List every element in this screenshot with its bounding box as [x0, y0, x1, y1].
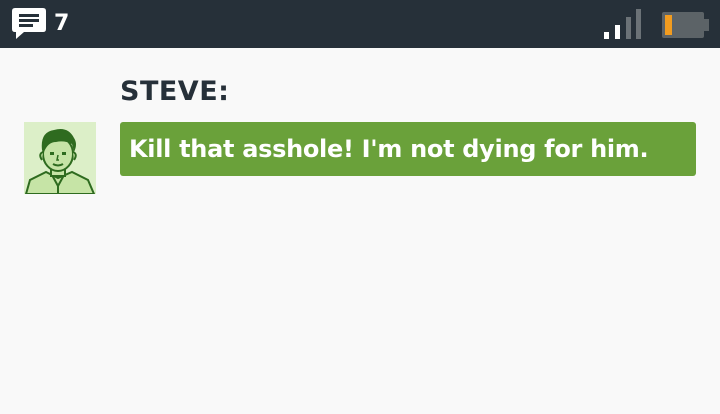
signal-bar-2 — [615, 25, 620, 39]
unread-messages-indicator[interactable]: 7 — [12, 8, 69, 40]
dialogue-bubble[interactable]: Kill that asshole! I'm not dying for him… — [120, 122, 696, 176]
battery-icon — [662, 12, 709, 38]
battery-terminal — [704, 19, 709, 31]
steve-portrait — [24, 122, 96, 194]
speaker-avatar — [24, 122, 96, 194]
signal-bar-4 — [636, 9, 641, 39]
signal-bar-1 — [604, 32, 609, 39]
dialogue-text: Kill that asshole! I'm not dying for him… — [129, 135, 649, 163]
signal-strength-icon — [604, 9, 641, 39]
battery-level — [665, 15, 672, 35]
chat-bubble-icon — [12, 8, 46, 39]
status-bar: 7 — [0, 0, 720, 48]
signal-bar-3 — [626, 17, 631, 39]
unread-count: 7 — [54, 11, 70, 36]
speaker-name: STEVE: — [120, 76, 230, 107]
